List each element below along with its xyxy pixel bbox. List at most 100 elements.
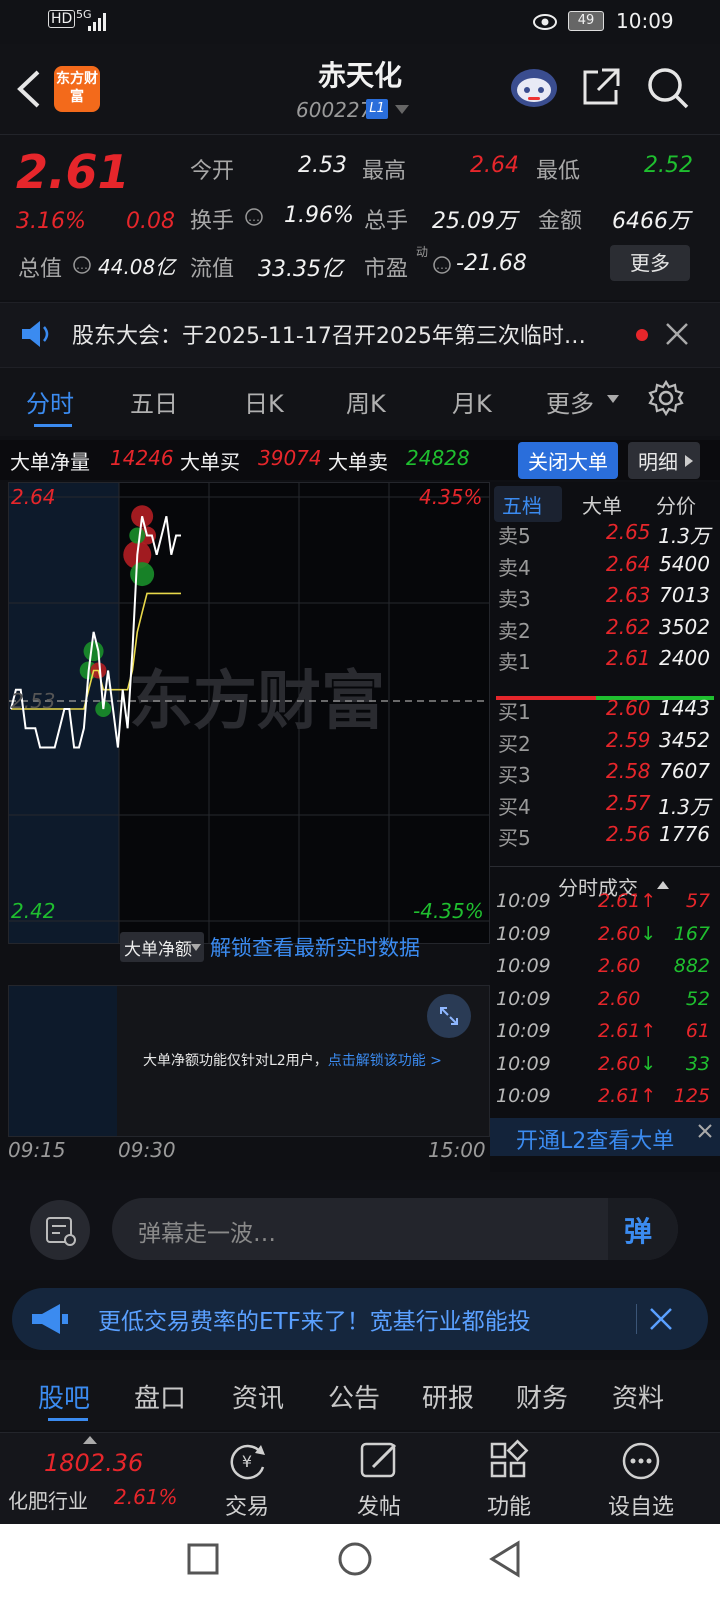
tab-announcements[interactable]: 公告 bbox=[328, 1378, 380, 1415]
ask-row[interactable]: 卖4 2.64 5400 bbox=[490, 552, 720, 584]
info-icon[interactable]: … bbox=[432, 255, 452, 275]
trade-price: 2.61↑ bbox=[598, 1085, 657, 1107]
close-icon[interactable] bbox=[664, 321, 690, 347]
unlock-link[interactable]: 解锁查看最新实时数据 bbox=[210, 932, 420, 962]
pct-bottom-label: -4.35% bbox=[413, 899, 484, 923]
tab-profile[interactable]: 资料 bbox=[612, 1378, 664, 1415]
trade-time: 10:09 bbox=[496, 1020, 551, 1042]
level-volume: 5400 bbox=[659, 551, 710, 576]
tab-five-levels[interactable]: 五档 bbox=[502, 490, 542, 519]
danmaku-send-button[interactable]: 弹 bbox=[608, 1198, 678, 1260]
l2-unlock-link[interactable]: 点击解锁该功能 > bbox=[328, 1053, 442, 1069]
tab-weekly-k[interactable]: 周K bbox=[346, 384, 386, 419]
danmaku-settings-button[interactable] bbox=[30, 1200, 90, 1260]
net-volume-value: 14246 bbox=[110, 446, 174, 470]
active-tab-indicator bbox=[48, 1418, 88, 1421]
back-icon[interactable] bbox=[488, 1540, 522, 1578]
tab-research[interactable]: 研报 bbox=[422, 1378, 474, 1415]
more-dots-icon bbox=[622, 1442, 660, 1480]
recent-apps-icon[interactable] bbox=[186, 1542, 220, 1576]
level-label: 卖2 bbox=[498, 618, 531, 643]
level-badge[interactable]: L1 bbox=[366, 99, 388, 119]
intraday-chart[interactable]: 东方财富 2.64 2.53 2.42 4.35% -4.35% bbox=[8, 482, 490, 944]
caret-up-icon[interactable] bbox=[656, 880, 670, 890]
tab-forum[interactable]: 股吧 bbox=[38, 1378, 90, 1415]
close-icon[interactable] bbox=[696, 1122, 714, 1140]
tab-news[interactable]: 资讯 bbox=[232, 1378, 284, 1415]
low-value: 2.52 bbox=[644, 153, 693, 178]
expand-button[interactable] bbox=[427, 994, 471, 1038]
trade-volume: 882 bbox=[673, 955, 710, 977]
gear-icon[interactable] bbox=[648, 380, 684, 416]
indicator-selector[interactable]: 大单净额 bbox=[120, 932, 204, 962]
bid-row[interactable]: 买1 2.60 1443 bbox=[490, 696, 720, 728]
bid-row[interactable]: 买4 2.57 1.3万 bbox=[490, 791, 720, 823]
tab-more[interactable]: 更多 bbox=[546, 384, 594, 419]
open-value: 2.53 bbox=[298, 153, 347, 178]
caret-up-icon bbox=[83, 1436, 97, 1444]
megaphone-icon bbox=[32, 1304, 68, 1334]
net-volume-label: 大单净量 bbox=[10, 450, 90, 474]
nav-post[interactable]: 发帖 bbox=[324, 1433, 434, 1521]
tab-big-orders[interactable]: 大单 bbox=[582, 490, 622, 519]
mcap-value: 44.08亿 bbox=[98, 255, 176, 279]
l2-promo-banner[interactable]: 开通L2查看大单 bbox=[490, 1118, 720, 1156]
hd-indicator: HD bbox=[48, 10, 76, 28]
robot-assistant-icon[interactable] bbox=[508, 64, 560, 110]
dropdown-icon[interactable] bbox=[394, 104, 410, 116]
home-icon[interactable] bbox=[336, 1540, 374, 1578]
trade-price: 2.60↓ bbox=[598, 1052, 657, 1075]
ask-row[interactable]: 卖5 2.65 1.3万 bbox=[490, 520, 720, 552]
trade-volume: 125 bbox=[673, 1085, 710, 1107]
big-order-bubble bbox=[129, 527, 146, 544]
trade-price: 2.61↑ bbox=[598, 1020, 657, 1042]
info-icon[interactable]: … bbox=[72, 255, 92, 275]
ask-row[interactable]: 卖2 2.62 3502 bbox=[490, 615, 720, 647]
svg-text:¥: ¥ bbox=[242, 1452, 252, 1471]
level-volume: 2400 bbox=[659, 646, 710, 670]
level-price: 2.58 bbox=[606, 759, 651, 783]
nav-functions[interactable]: 功能 bbox=[454, 1433, 564, 1521]
level-price: 2.62 bbox=[606, 614, 651, 639]
share-icon[interactable] bbox=[580, 66, 622, 108]
info-icon[interactable]: … bbox=[244, 207, 264, 227]
level-label: 卖1 bbox=[498, 650, 531, 674]
close-icon[interactable] bbox=[648, 1306, 674, 1332]
etf-promo-banner[interactable]: 更低交易费率的ETF来了！宽基行业都能投 bbox=[12, 1288, 708, 1350]
dropdown-icon[interactable] bbox=[606, 394, 620, 404]
industry-index[interactable]: 1802.36 化肥行业 2.61% bbox=[0, 1433, 180, 1525]
ask-row[interactable]: 卖3 2.63 7013 bbox=[490, 583, 720, 615]
tab-market[interactable]: 盘口 bbox=[134, 1378, 186, 1415]
big-buy-value: 39074 bbox=[258, 446, 322, 470]
expand-icon bbox=[440, 1007, 458, 1025]
bid-row[interactable]: 买2 2.59 3452 bbox=[490, 728, 720, 760]
level-price: 2.63 bbox=[606, 583, 651, 607]
tab-five-day[interactable]: 五日 bbox=[130, 384, 178, 419]
nav-trade-label: 交易 bbox=[224, 1495, 269, 1520]
tab-finance[interactable]: 财务 bbox=[516, 1378, 568, 1415]
svg-text:…: … bbox=[76, 258, 88, 272]
nav-add-watchlist-label: 设自选 bbox=[607, 1495, 674, 1520]
tab-price-distribution[interactable]: 分价 bbox=[656, 490, 696, 519]
pre-market-zone bbox=[9, 986, 117, 1136]
announcement-bar[interactable]: 股东大会：于2025-11-17召开2025年第三次临时… bbox=[0, 302, 720, 368]
level-volume: 1443 bbox=[659, 696, 710, 720]
danmaku-input[interactable]: 弹幕走一波… 弹 bbox=[112, 1198, 678, 1260]
signal-icon bbox=[88, 13, 106, 31]
close-big-order-button[interactable]: 关闭大单 bbox=[518, 442, 618, 479]
tab-daily-k[interactable]: 日K bbox=[244, 384, 284, 419]
search-icon[interactable] bbox=[646, 66, 690, 110]
float-value: 33.35亿 bbox=[258, 257, 343, 282]
volume-label: 总手 bbox=[364, 209, 409, 234]
bid-row[interactable]: 买5 2.56 1776 bbox=[490, 822, 720, 854]
nav-add-watchlist[interactable]: 设自选 bbox=[586, 1433, 696, 1521]
float-label: 流值 bbox=[190, 257, 235, 282]
ask-row[interactable]: 卖1 2.61 2400 bbox=[490, 646, 720, 678]
more-button[interactable]: 更多 bbox=[610, 245, 690, 281]
nav-trade[interactable]: ¥ 交易 bbox=[192, 1433, 302, 1521]
tab-monthly-k[interactable]: 月K bbox=[452, 384, 492, 419]
tab-intraday[interactable]: 分时 bbox=[26, 384, 74, 419]
trade-row: 10:09 2.61↑ 57 bbox=[490, 890, 720, 923]
pe-label: 市盈 bbox=[364, 257, 409, 282]
bid-row[interactable]: 买3 2.58 7607 bbox=[490, 759, 720, 791]
